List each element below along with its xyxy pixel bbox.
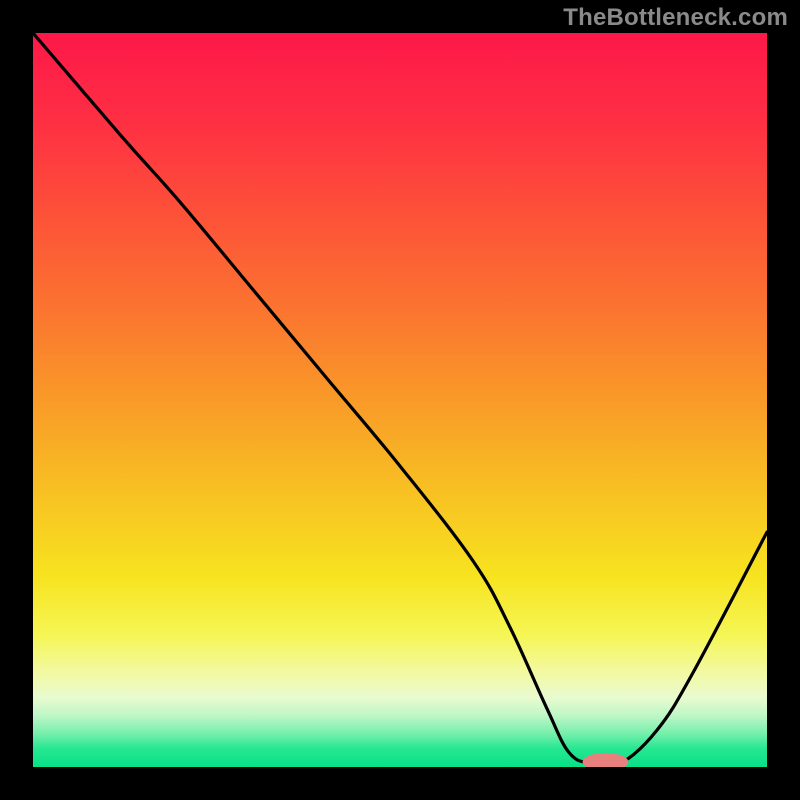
- watermark-text: TheBottleneck.com: [563, 4, 788, 32]
- chart-svg: [0, 0, 800, 800]
- optimum-marker: [583, 753, 629, 771]
- plot-background: [33, 33, 767, 767]
- chart-stage: TheBottleneck.com: [0, 0, 800, 800]
